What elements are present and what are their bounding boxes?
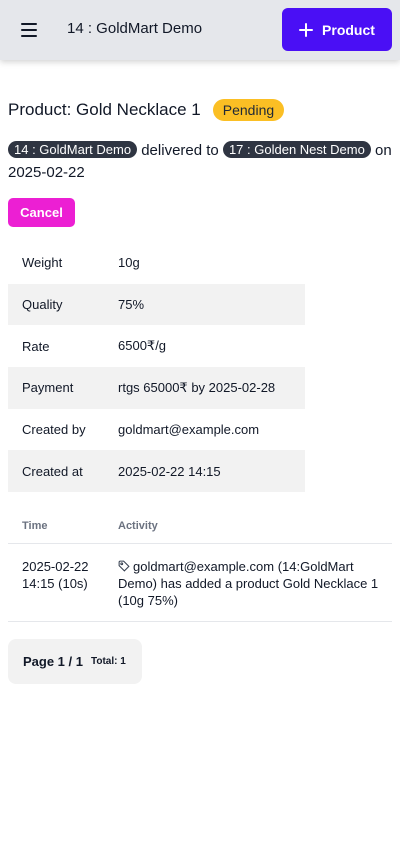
detail-row-created-at: Created at 2025-02-22 14:15 (8, 450, 305, 493)
add-product-label: Product (322, 21, 375, 38)
time-column-header: Time (22, 519, 48, 532)
detail-row-quality: Quality 75% (8, 283, 305, 326)
organization-title: 14 : GoldMart Demo (67, 20, 203, 37)
detail-value: 2025-02-22 14:15 (118, 463, 221, 479)
detail-value: 6500₹/g (118, 338, 167, 354)
activity-header-row: Time Activity (8, 508, 392, 544)
detail-value: 10g (118, 255, 140, 271)
detail-key: Weight (22, 255, 63, 271)
add-product-button[interactable]: Product (282, 8, 392, 51)
detail-key: Created at (22, 463, 83, 479)
plus-icon (299, 22, 314, 37)
details-table: Weight 10g Quality 75% Rate 6500₹/g Paym… (8, 242, 305, 493)
activity-column-header: Activity (118, 519, 158, 532)
activity-row: 2025-02-22 14:15 (10s) goldmart@example.… (8, 544, 392, 622)
product-header: Product: Gold Necklace 1 Pending (8, 99, 285, 121)
detail-key: Created by (22, 422, 86, 438)
pagination: Page 1 / 1 Total: 1 (8, 639, 142, 684)
page-indicator: Page 1 / 1 (23, 654, 83, 669)
product-title: Product: Gold Necklace 1 (8, 100, 201, 119)
activity-description: goldmart@example.com (14:GoldMart Demo) … (118, 558, 392, 609)
activity-table: Time Activity 2025-02-22 14:15 (10s) gol… (8, 508, 392, 622)
detail-key: Payment (22, 380, 74, 396)
detail-row-payment: Payment rtgs 65000₹ by 2025-02-28 (8, 367, 305, 409)
detail-key: Rate (22, 338, 50, 354)
total-count: Total: 1 (90, 656, 126, 667)
delivery-summary: 14 : GoldMart Demo delivered to 17 : Gol… (8, 140, 396, 184)
activity-time: 2025-02-22 14:15 (10s) (22, 559, 89, 591)
detail-value: rtgs 65000₹ by 2025-02-28 (118, 379, 276, 395)
status-badge: Pending (212, 99, 285, 121)
from-org-chip[interactable]: 14 : GoldMart Demo (8, 141, 138, 158)
delivered-to-text: delivered to (141, 142, 219, 159)
top-app-bar: 14 : GoldMart Demo Product (0, 0, 400, 60)
hamburger-menu-icon[interactable] (19, 21, 41, 39)
detail-value: 75% (118, 297, 145, 313)
detail-row-weight: Weight 10g (8, 242, 305, 284)
activity-text: goldmart@example.com (14:GoldMart Demo) … (118, 559, 379, 608)
detail-value: goldmart@example.com (118, 422, 260, 438)
detail-key: Quality (22, 297, 63, 313)
cancel-button[interactable]: Cancel (8, 198, 75, 227)
detail-row-created-by: Created by goldmart@example.com (8, 409, 305, 451)
to-org-chip[interactable]: 17 : Golden Nest Demo (222, 141, 371, 158)
detail-row-rate: Rate 6500₹/g (8, 325, 305, 367)
tag-icon (118, 560, 130, 572)
